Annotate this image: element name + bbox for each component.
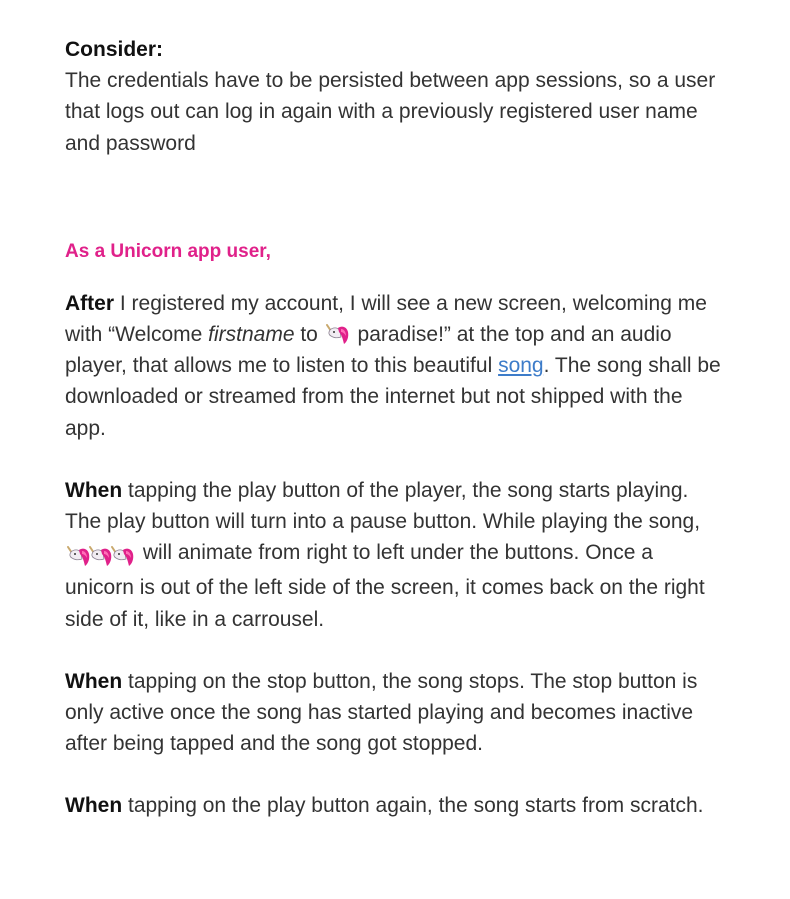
when-again-lead: When (65, 794, 123, 818)
when-play-paragraph: When tapping the play button of the play… (65, 475, 725, 635)
when-again-text: tapping on the play button again, the so… (122, 794, 704, 818)
when-stop-paragraph: When tapping on the stop button, the son… (65, 666, 725, 760)
after-lead: After (65, 291, 115, 315)
after-firstname: firstname (208, 323, 295, 347)
when-play-text-2: will animate from right to left under th… (65, 541, 705, 631)
document-page: Consider: The credentials have to be per… (0, 0, 725, 822)
consider-text: The credentials have to be persisted bet… (65, 69, 716, 155)
song-link[interactable]: song (498, 354, 544, 377)
when-stop-lead: When (65, 669, 123, 693)
when-again-paragraph: When tapping on the play button again, t… (65, 790, 725, 821)
when-play-lead: When (65, 478, 123, 502)
role-heading: As a Unicorn app user, (65, 240, 271, 262)
unicorn-icon (324, 323, 352, 345)
after-paragraph: After I registered my account, I will se… (65, 288, 725, 444)
consider-heading: Consider: (65, 38, 164, 61)
consider-block: Consider: The credentials have to be per… (65, 34, 725, 159)
unicorn-icon (109, 545, 137, 567)
when-play-text-1: tapping the play button of the player, t… (65, 478, 701, 534)
when-stop-text: tapping on the stop button, the song sto… (65, 669, 698, 756)
unicorn-row (65, 541, 137, 572)
after-text-2: to (294, 323, 324, 347)
